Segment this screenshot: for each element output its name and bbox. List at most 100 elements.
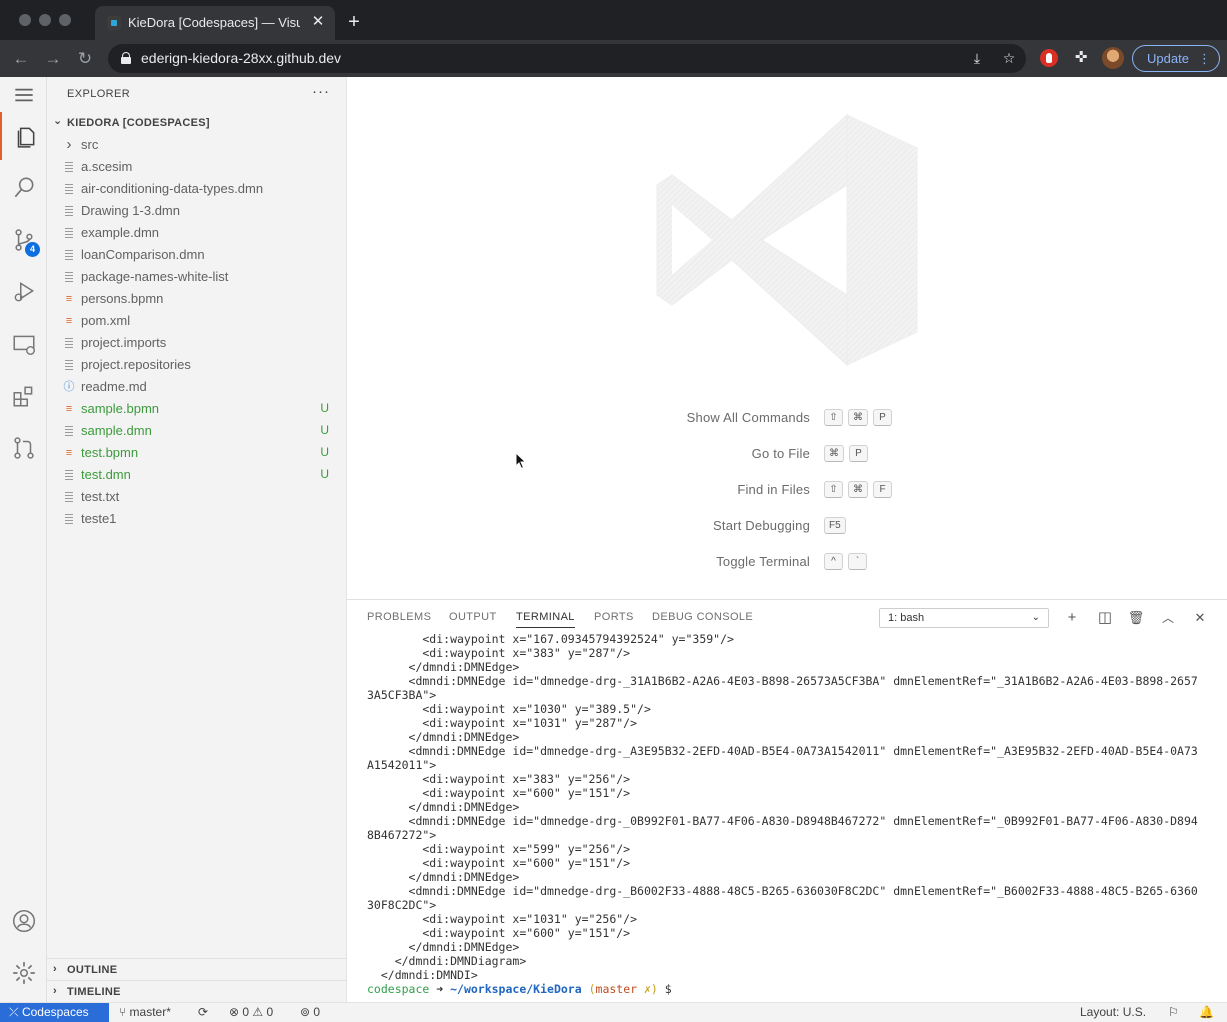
trash-icon[interactable]: 🗑 [1126,608,1146,628]
file-row[interactable]: › src [47,134,346,156]
file-row[interactable]: ≡ pom.xml [47,310,346,332]
notifications-bell-icon[interactable]: 🔔 [1199,1005,1214,1019]
pull-requests-icon[interactable] [0,424,47,472]
file-row[interactable]: Drawing 1-3.dmn [47,200,346,222]
tab-close-icon[interactable]: ✕ [309,13,327,31]
timeline-section-header[interactable]: › TIMELINE [47,980,346,1002]
file-row[interactable]: loanComparison.dmn [47,244,346,266]
extensions-icon[interactable] [0,372,47,420]
file-row[interactable]: ≡ persons.bpmn [47,288,346,310]
new-tab-button[interactable]: + [344,12,364,32]
shortcut-row[interactable]: Start Debugging F5 [347,515,1227,539]
key-cap: ⌘ [824,445,844,462]
profile-avatar[interactable] [1102,47,1124,69]
split-terminal-icon[interactable]: ◫ [1095,608,1115,628]
shortcut-label: Show All Commands [686,410,810,425]
file-row[interactable]: air-conditioning-data-types.dmn [47,178,346,200]
more-actions-icon[interactable]: ··· [312,83,330,100]
explorer-icon[interactable] [0,112,47,160]
tab-ports[interactable]: PORTS [594,611,634,623]
terminal-line: <di:waypoint x="600" y="151"/> [367,786,631,800]
key-cap: F [873,481,892,498]
mouse-pointer-icon [515,452,527,470]
maximize-panel-icon[interactable]: ︿ [1158,608,1178,628]
file-row[interactable]: a.scesim [47,156,346,178]
feedback-icon[interactable]: ⚐ [1168,1005,1179,1019]
update-button[interactable]: Update ⋮ [1132,45,1220,72]
install-app-icon[interactable]: ⤓ [968,49,986,67]
branch-indicator[interactable]: ⑂ master* [119,1005,171,1019]
file-row[interactable]: ≡ sample.bpmn U [47,398,346,420]
bookmark-star-icon[interactable]: ☆ [1000,49,1018,67]
outline-section-header[interactable]: › OUTLINE [47,958,346,980]
menu-icon[interactable] [0,77,47,113]
shortcut-label: Find in Files [737,482,810,497]
shortcut-label: Start Debugging [713,518,810,533]
file-name: Drawing 1-3.dmn [81,203,180,218]
browser-tab-bar: KieDora [Codespaces] — Visual Studio Cod… [0,0,1227,40]
file-row[interactable]: teste1 [47,508,346,530]
rss-icon: ≡ [65,447,73,459]
source-control-icon[interactable]: 4 [0,216,47,264]
search-icon[interactable] [0,164,47,212]
file-row[interactable]: project.repositories [47,354,346,376]
key-cap: ⇧ [824,481,843,498]
window-minimize-button[interactable] [39,14,51,26]
file-lines-icon [63,226,75,240]
back-icon[interactable]: ← [10,48,32,70]
vscode-favicon-icon [107,16,121,30]
file-row[interactable]: sample.dmn U [47,420,346,442]
scm-count-badge: 4 [25,242,40,257]
tab-problems[interactable]: PROBLEMS [367,611,431,623]
adblock-extension-icon[interactable] [1040,49,1058,67]
key-cap: P [849,445,868,462]
timeline-label: TIMELINE [67,986,121,998]
close-panel-icon[interactable]: ✕ [1190,608,1210,628]
new-terminal-icon[interactable]: + [1062,608,1082,628]
prompt-suffix: $ [657,982,672,996]
file-name: test.dmn [81,467,131,482]
shortcut-row[interactable]: Show All Commands ⇧ ⌘ P [347,407,1227,431]
workspace-folder-header[interactable]: ⌄ KIEDORA [CODESPACES] [47,112,346,134]
window-close-button[interactable] [19,14,31,26]
terminal-select[interactable]: 1: bash ⌄ [879,608,1049,628]
problems-indicator[interactable]: ⊗ 0 ⚠ 0 [229,1005,273,1019]
file-row[interactable]: ≡ test.bpmn U [47,442,346,464]
browser-tab[interactable]: KieDora [Codespaces] — Visual Studio Cod… [95,6,335,40]
reload-icon[interactable]: ↻ [74,48,96,70]
file-row[interactable]: project.imports [47,332,346,354]
window-zoom-button[interactable] [59,14,71,26]
rss-icon: ≡ [65,315,73,327]
terminal-line: <di:waypoint x="383" y="256"/> [367,772,631,786]
tab-debug-console[interactable]: DEBUG CONSOLE [652,611,753,623]
run-debug-icon[interactable] [0,268,47,316]
shortcut-row[interactable]: Toggle Terminal ^ ` [347,551,1227,575]
remote-indicator[interactable]: ⤫ Codespaces [0,1003,109,1022]
key-cap: P [873,409,892,426]
keyboard-layout[interactable]: Layout: U.S. [1080,1005,1146,1019]
forward-icon[interactable]: → [42,48,64,70]
tab-terminal[interactable]: TERMINAL [516,611,575,628]
extensions-puzzle-icon[interactable]: ✜ [1072,49,1090,67]
terminal-output[interactable]: <di:waypoint x="167.09345794392524" y="3… [367,632,1212,996]
tab-output[interactable]: OUTPUT [449,611,497,623]
file-row[interactable]: example.dmn [47,222,346,244]
remote-explorer-icon[interactable] [0,320,47,368]
file-row[interactable]: test.txt [47,486,346,508]
terminal-line: <di:waypoint x="383" y="287"/> [367,646,631,660]
file-row[interactable]: ⓘ readme.md [47,376,346,398]
sync-icon[interactable]: ⟳ [198,1005,208,1019]
status-bar: ⤫ Codespaces ⑂ master* ⟳ ⊗ 0 ⚠ 0 ⊚ 0 Lay… [0,1002,1227,1022]
settings-gear-icon[interactable] [0,949,47,997]
url-text[interactable]: ederign-kiedora-28xx.github.dev [141,50,341,66]
shortcut-row[interactable]: Find in Files ⇧ ⌘ F [347,479,1227,503]
accounts-icon[interactable] [0,897,47,945]
address-bar[interactable]: ederign-kiedora-28xx.github.dev ⤓ ☆ [108,44,1026,73]
ports-indicator[interactable]: ⊚ 0 [300,1005,320,1019]
file-row[interactable]: package-names-white-list [47,266,346,288]
file-row[interactable]: test.dmn U [47,464,346,486]
shortcut-row[interactable]: Go to File ⌘ P [347,443,1227,467]
prompt-arrow: ➜ [429,982,451,996]
activity-bar: 4 [0,77,47,1002]
more-menu-icon[interactable]: ⋮ [1198,46,1211,71]
